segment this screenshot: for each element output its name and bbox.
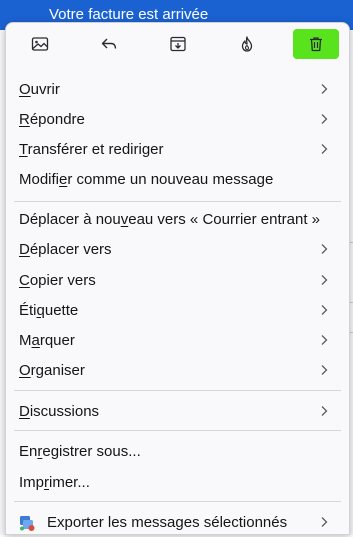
reply-button[interactable] bbox=[86, 29, 132, 59]
delete-button[interactable] bbox=[293, 29, 339, 59]
menu-item-open[interactable]: Ouvrir bbox=[6, 74, 349, 104]
menu-item-print[interactable]: Imprimer... bbox=[6, 467, 349, 497]
reply-icon bbox=[101, 38, 117, 49]
chevron-right-icon bbox=[321, 406, 328, 416]
chevron-right-icon bbox=[321, 244, 328, 254]
chevron-right-icon bbox=[321, 365, 328, 375]
message-subject: Votre facture est arrivée bbox=[49, 6, 209, 23]
menu-item-organize[interactable]: Organiser bbox=[6, 355, 349, 385]
menu-separator bbox=[14, 501, 341, 502]
menu-item-label: Exporter les messages sélectionnés bbox=[47, 513, 288, 531]
junk-button[interactable] bbox=[224, 29, 270, 59]
menu-item-save-as[interactable]: Enregistrer sous... bbox=[6, 436, 349, 466]
chevron-right-icon bbox=[321, 84, 328, 94]
archive-button[interactable] bbox=[155, 29, 201, 59]
chevron-right-icon bbox=[321, 517, 328, 527]
menu-item-label: Déplacer à nouveau vers « Courrier entra… bbox=[19, 210, 320, 228]
chevron-right-icon bbox=[321, 114, 328, 124]
chevron-right-icon bbox=[321, 275, 328, 285]
menu-item-mark[interactable]: Marquer bbox=[6, 325, 349, 355]
image-message-button[interactable] bbox=[17, 29, 63, 59]
menu-item-export[interactable]: Exporter les messages sélectionnés bbox=[6, 507, 349, 537]
chevron-right-icon bbox=[321, 144, 328, 154]
menu-item-forward[interactable]: Transférer et rediriger bbox=[6, 134, 349, 164]
menu-item-label: Discussions bbox=[19, 402, 100, 420]
menu-item-tag[interactable]: Étiquette bbox=[6, 295, 349, 325]
menu-item-move-to[interactable]: Déplacer vers bbox=[6, 234, 349, 264]
context-menu: Ouvrir Répondre Transférer et rediriger … bbox=[5, 22, 350, 535]
chevron-right-icon bbox=[321, 305, 328, 315]
menu-item-edit-as-new[interactable]: Modifier comme un nouveau message bbox=[6, 164, 349, 194]
export-messages-icon bbox=[20, 516, 35, 531]
menu-item-label: Copier vers bbox=[19, 271, 96, 289]
menu-item-reply[interactable]: Répondre bbox=[6, 104, 349, 134]
menu-separator bbox=[14, 430, 341, 431]
menu-separator bbox=[14, 390, 341, 391]
delete-trash-icon bbox=[310, 37, 322, 52]
menu-item-label: Modifier comme un nouveau message bbox=[19, 170, 274, 188]
context-menu-toolbar bbox=[6, 23, 349, 67]
menu-item-threads[interactable]: Discussions bbox=[6, 396, 349, 426]
menu-item-label: Étiquette bbox=[19, 301, 79, 319]
menu-item-label: Ouvrir bbox=[19, 80, 60, 98]
menu-item-move-again[interactable]: Déplacer à nouveau vers « Courrier entra… bbox=[6, 204, 349, 234]
archive-icon bbox=[170, 36, 186, 52]
junk-fire-icon bbox=[241, 36, 253, 52]
menu-item-label: Enregistrer sous... bbox=[19, 442, 141, 460]
menu-item-label: Transférer et rediriger bbox=[19, 140, 164, 158]
menu-separator bbox=[14, 201, 341, 202]
menu-item-copy-to[interactable]: Copier vers bbox=[6, 265, 349, 295]
menu-item-label: Marquer bbox=[19, 331, 75, 349]
menu-item-label: Imprimer... bbox=[19, 473, 90, 491]
menu-item-label: Répondre bbox=[19, 110, 85, 128]
menu-item-label: Organiser bbox=[19, 361, 85, 379]
image-message-icon bbox=[31, 37, 49, 51]
chevron-right-icon bbox=[321, 335, 328, 345]
menu-item-label: Déplacer vers bbox=[19, 240, 112, 258]
